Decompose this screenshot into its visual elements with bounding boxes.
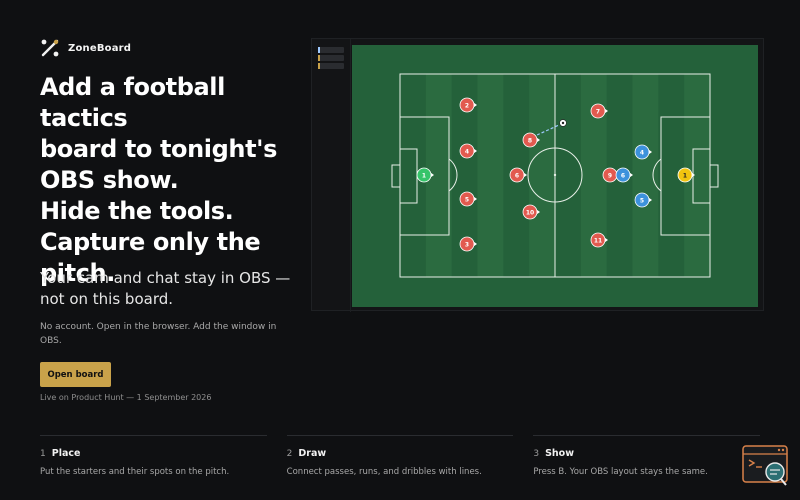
pitch-stripe	[477, 74, 504, 277]
rail-divider	[350, 39, 351, 312]
player-number: 5	[465, 196, 469, 203]
step-title: Place	[51, 448, 81, 459]
player-number: 9	[608, 172, 612, 179]
tool-button[interactable]	[318, 63, 344, 69]
step-heading: 2 Draw	[287, 448, 514, 459]
player-number: 6	[621, 172, 625, 179]
step-heading: 1 Place	[40, 448, 267, 459]
launch-note: Live on Product Hunt — 1 September 2026	[40, 393, 212, 402]
tool-button[interactable]	[318, 55, 344, 61]
player-number: 4	[465, 148, 469, 155]
step-title: Show	[545, 448, 574, 459]
tool-accent	[318, 55, 320, 61]
step-show: 3 Show Press B. Your OBS layout stays th…	[533, 435, 761, 477]
pitch-stripe	[632, 74, 659, 277]
brand-name: ZoneBoard	[68, 42, 132, 54]
hero-title: Add a football tactics board to tonight'…	[40, 72, 310, 289]
step-place: 1 Place Put the starters and their spots…	[40, 435, 267, 477]
step-draw: 2 Draw Connect passes, runs, and dribble…	[286, 435, 514, 477]
tool-button[interactable]	[318, 47, 344, 53]
hero-note: No account. Open in the browser. Add the…	[40, 322, 277, 346]
tool-rail	[318, 47, 344, 71]
tool-accent	[318, 63, 320, 69]
zone-logo-icon	[40, 38, 60, 58]
hero-title-line: board to tonight's	[40, 135, 277, 163]
player-number: 6	[515, 172, 519, 179]
open-board-button[interactable]: Open board	[40, 362, 111, 387]
step-text: Connect passes, runs, and dribbles with …	[286, 467, 482, 477]
step-text: Put the starters and their spots on the …	[40, 467, 230, 477]
hero-title-line: Capture only the	[40, 228, 261, 256]
step-heading: 3 Show	[533, 448, 760, 459]
hero-title-line: Hide the tools.	[40, 197, 234, 225]
step-number: 3	[533, 449, 540, 459]
player-number: 10	[526, 209, 534, 216]
player-number: 1	[422, 172, 426, 179]
hero-subtitle: Your cam and chat stay in OBS — not on t…	[40, 269, 291, 308]
step-title: Draw	[298, 448, 327, 459]
player-number: 7	[596, 108, 600, 115]
support-chat-icon[interactable]	[742, 445, 790, 487]
step-number: 2	[286, 449, 293, 459]
step-number: 1	[40, 449, 46, 459]
ball[interactable]	[559, 119, 567, 127]
player-number: 1	[683, 172, 687, 179]
step-text: Press B. Your OBS layout stays the same.	[533, 467, 708, 477]
tool-accent	[318, 47, 320, 53]
player-number: 3	[465, 241, 469, 248]
hero-title-line: Add a football tactics	[40, 73, 225, 132]
player-number: 4	[640, 149, 644, 156]
player-number: 2	[465, 102, 469, 109]
steps: 1 Place Put the starters and their spots…	[40, 435, 761, 477]
pitch-canvas[interactable]: 1 2 4 5 3 8 6 10 7 9 11 4 6 5 1	[352, 45, 758, 307]
pitch[interactable]: 1 2 4 5 3 8 6 10 7 9 11 4 6 5 1	[352, 45, 758, 307]
player-number: 8	[528, 137, 532, 144]
hero-title-line: OBS show.	[40, 166, 179, 194]
pitch-stripe	[529, 74, 555, 277]
brand[interactable]: ZoneBoard	[40, 38, 131, 58]
player-number: 11	[594, 237, 602, 244]
board-preview: 1 2 4 5 3 8 6 10 7 9 11 4 6 5 1	[311, 38, 764, 312]
player-number: 5	[640, 197, 644, 204]
